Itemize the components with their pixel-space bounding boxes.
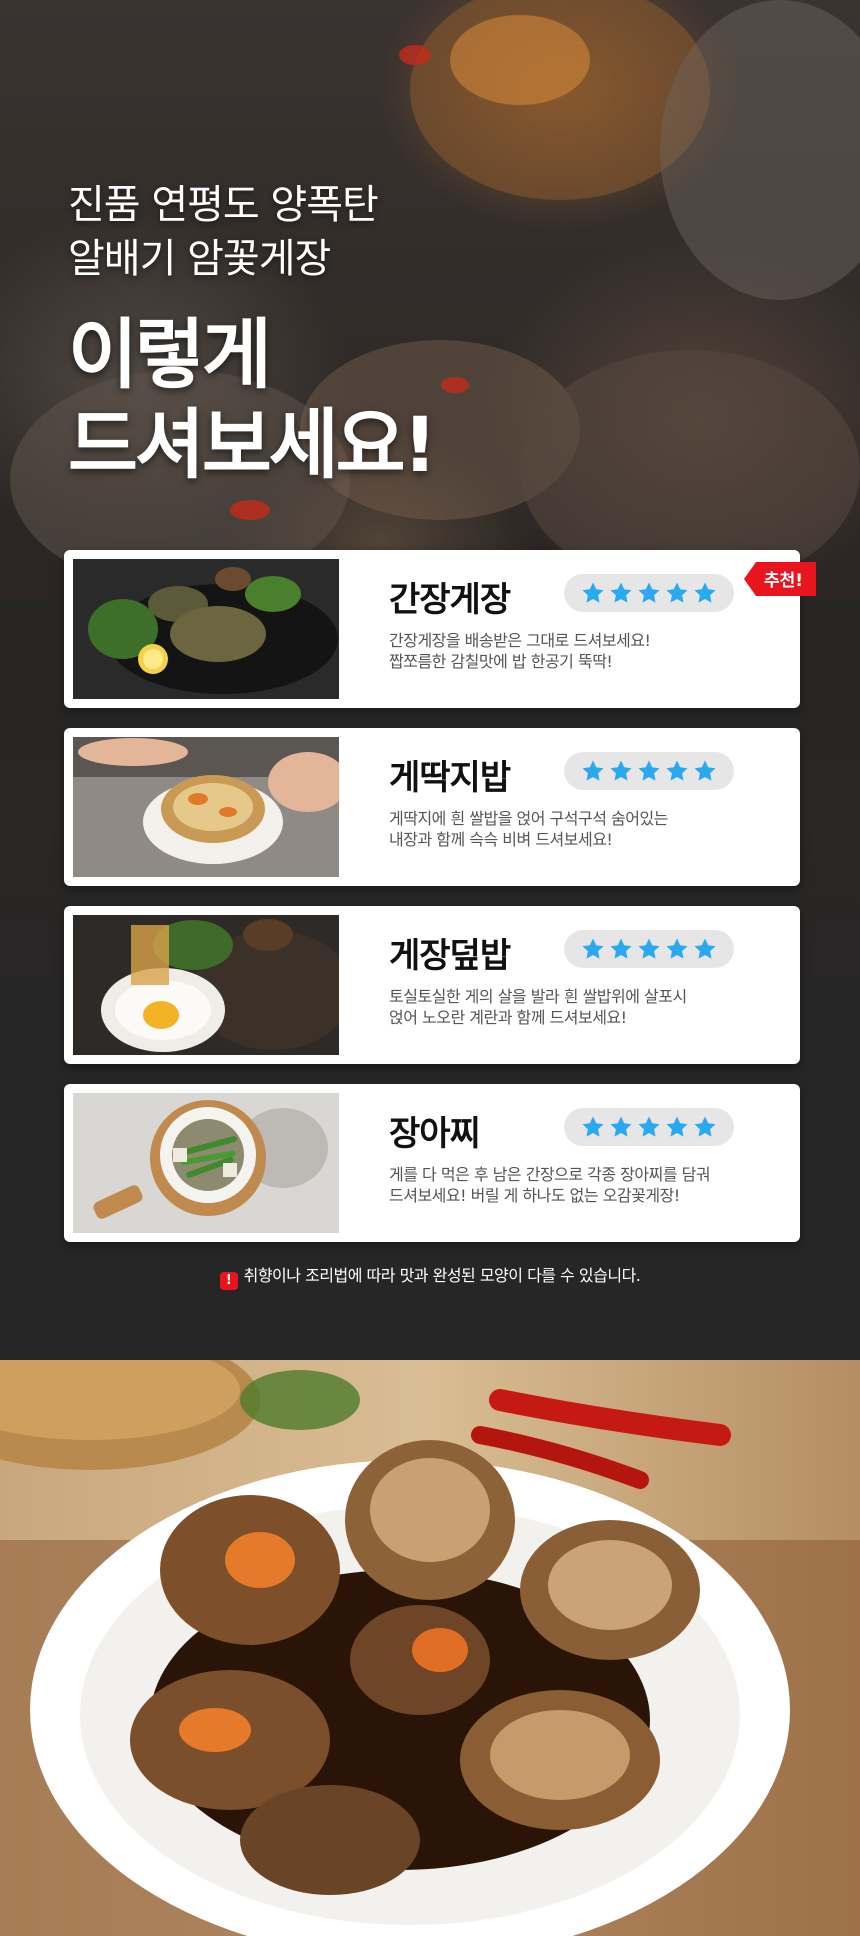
star-icon (610, 582, 632, 603)
card-title: 장아찌 (389, 1114, 481, 1154)
hero-subtitle: 진품 연평도 양폭탄 알배기 암꽃게장 (68, 178, 434, 286)
star-icon (694, 760, 716, 781)
card-description-line1: 게를 다 먹은 후 남은 간장으로 각종 장아찌를 담궈 (389, 1165, 711, 1184)
hero-subtitle-line2: 알배기 암꽃게장 (68, 236, 331, 282)
star-icon (694, 582, 716, 603)
card-title: 게딱지밥 (389, 758, 511, 798)
star-icon (582, 760, 604, 781)
card-description-line1: 간장게장을 배송받은 그대로 드셔보세요! (389, 631, 651, 650)
card-title: 게장덮밥 (389, 936, 511, 976)
card-description: 게딱지에 흰 쌀밥을 얹어 구석구석 숨어있는 내장과 함께 슥슥 비벼 드셔보… (389, 808, 779, 850)
crab-plate-photo-section (0, 1360, 860, 1936)
star-icon (582, 1116, 604, 1137)
star-rating (564, 930, 734, 968)
recipe-card-crab-shell-rice: 게딱지밥 게딱지에 흰 쌀밥을 얹어 구석구석 숨어있는 내장과 함께 슥슥 비… (64, 728, 800, 886)
star-icon (638, 760, 660, 781)
card-description-line2: 내장과 함께 슥슥 비벼 드셔보세요! (389, 830, 613, 849)
exclamation-icon: ! (219, 1272, 238, 1290)
card-description: 게를 다 먹은 후 남은 간장으로 각종 장아찌를 담궈 드셔보세요! 버릴 게… (389, 1164, 779, 1206)
hero-headline: 진품 연평도 양폭탄 알배기 암꽃게장 이렇게 드셔보세요! (68, 178, 437, 490)
recipe-card-pickles: 장아찌 게를 다 먹은 후 남은 간장으로 각종 장아찌를 담궈 드셔보세요! … (64, 1084, 800, 1242)
hero-title-line1: 이렇게 (68, 310, 272, 399)
recipe-card-crab-rice-bowl: 게장덮밥 토실토실한 게의 살을 발라 흰 쌀밥위에 살포시 얹어 노오란 계란… (64, 906, 800, 1064)
star-icon (582, 582, 604, 603)
recipe-card-soy-crab: 간장게장 간장게장을 배송받은 그대로 드셔보세요! 짭쪼름한 감칠맛에 밥 한… (64, 550, 800, 708)
recommend-badge-label: 추천! (764, 571, 804, 591)
card-description-line1: 토실토실한 게의 살을 발라 흰 쌀밥위에 살포시 (389, 987, 687, 1006)
pickles-photo (73, 1093, 339, 1233)
card-description: 토실토실한 게의 살을 발라 흰 쌀밥위에 살포시 얹어 노오란 계란과 함께 … (389, 986, 779, 1028)
hero-section: 진품 연평도 양폭탄 알배기 암꽃게장 이렇게 드셔보세요! 간장게장 간장게장… (0, 0, 860, 1360)
star-icon (638, 582, 660, 603)
hero-title: 이렇게 드셔보세요! (68, 310, 437, 490)
star-rating (564, 574, 734, 612)
hero-subtitle-line1: 진품 연평도 양폭탄 (68, 182, 379, 228)
soy-crab-photo (73, 559, 339, 699)
star-icon (666, 582, 688, 603)
star-icon (694, 1116, 716, 1137)
star-rating (564, 752, 734, 790)
hero-title-line2: 드셔보세요! (68, 400, 437, 489)
card-title: 간장게장 (389, 580, 511, 620)
card-description: 간장게장을 배송받은 그대로 드셔보세요! 짭쪼름한 감칠맛에 밥 한공기 뚝딱… (389, 630, 779, 672)
star-icon (638, 1116, 660, 1137)
disclaimer-notice: ! 취향이나 조리법에 따라 맛과 완성된 모양이 다를 수 있습니다. (0, 1262, 860, 1290)
star-icon (610, 1116, 632, 1137)
star-icon (638, 938, 660, 959)
star-rating (564, 1108, 734, 1146)
star-icon (610, 938, 632, 959)
star-icon (694, 938, 716, 959)
crab-shell-rice-photo (73, 737, 339, 877)
card-description-line2: 얹어 노오란 계란과 함께 드셔보세요! (389, 1008, 627, 1027)
star-icon (666, 938, 688, 959)
crab-plate-photo (0, 1360, 860, 1936)
card-description-line2: 드셔보세요! 버릴 게 하나도 없는 오감꽃게장! (389, 1186, 680, 1205)
card-description-line1: 게딱지에 흰 쌀밥을 얹어 구석구석 숨어있는 (389, 809, 668, 828)
crab-rice-bowl-photo (73, 915, 339, 1055)
card-description-line2: 짭쪼름한 감칠맛에 밥 한공기 뚝딱! (389, 652, 613, 671)
recommend-badge: 추천! (744, 560, 820, 598)
star-icon (610, 760, 632, 781)
star-icon (666, 1116, 688, 1137)
disclaimer-text: 취향이나 조리법에 따라 맛과 완성된 모양이 다를 수 있습니다. (243, 1266, 641, 1285)
star-icon (582, 938, 604, 959)
star-icon (666, 760, 688, 781)
